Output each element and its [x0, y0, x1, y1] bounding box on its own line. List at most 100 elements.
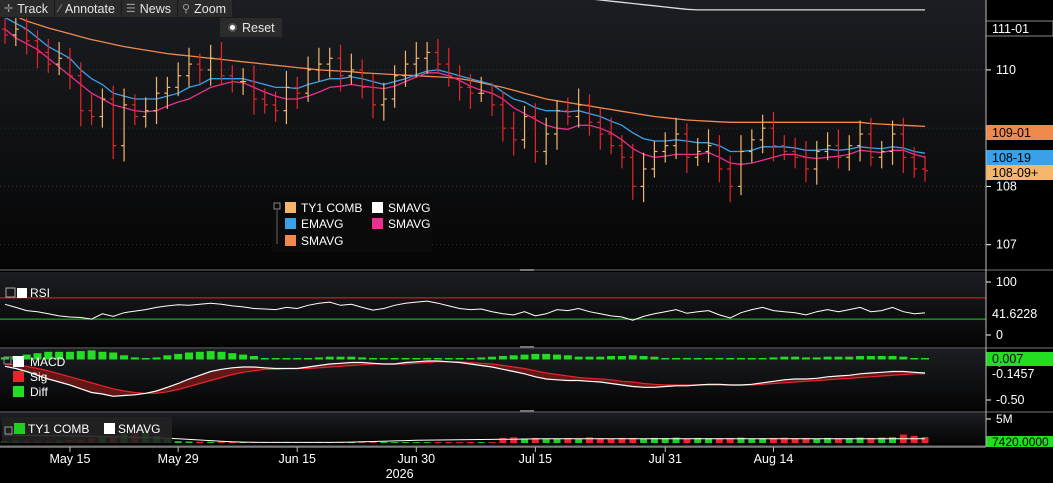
price-legend-label: SMAVG [301, 234, 343, 248]
macd-diff-bar [249, 356, 258, 360]
volume-bar [380, 442, 388, 443]
macd-diff-bar [888, 356, 897, 360]
rsi-last-value-label: 41.6228 [992, 307, 1037, 321]
macd-legend-label: MACD [30, 355, 66, 369]
volume-bar [445, 442, 453, 443]
macd-diff-bar [823, 356, 832, 360]
news-label: News [139, 1, 172, 16]
annotate-button[interactable]: ⁄ Annotate [55, 0, 122, 18]
macd-diff-bar [109, 352, 118, 360]
macd-diff-bar [596, 356, 605, 360]
news-button[interactable]: ☰ News [121, 0, 179, 18]
macd-diff-bar [509, 355, 518, 360]
volume-bar [510, 437, 518, 443]
macd-diff-bar [899, 356, 908, 360]
macd-diff-bar [498, 356, 507, 360]
macd-legend-swatch [13, 371, 24, 382]
macd-diff-bar [607, 356, 616, 360]
macd-diff-bar [845, 356, 854, 360]
macd-diff-bar [726, 358, 735, 360]
rsi-tick-label: 0 [996, 328, 1003, 342]
price-legend-swatch [285, 235, 296, 246]
macd-legend-label: Diff [30, 385, 48, 399]
macd-diff-bar [737, 358, 745, 360]
x-tick-label: May 29 [158, 452, 199, 466]
volume-bar [207, 441, 215, 443]
volume-bar [477, 442, 485, 443]
macd-diff-bar [639, 356, 648, 360]
price-legend-label: SMAVG [388, 201, 430, 215]
price-tick-label: 108 [996, 179, 1017, 193]
price-last-value-label: 108-19 [992, 151, 1031, 165]
volume-legend-label: SMAVG [118, 422, 160, 436]
macd-diff-bar [304, 358, 313, 360]
volume-bar [412, 442, 420, 443]
macd-legend-swatch [13, 356, 24, 367]
macd-diff-bar [98, 351, 107, 360]
macd-diff-bar [466, 358, 475, 360]
volume-bar [423, 442, 431, 443]
volume-bar [185, 441, 193, 443]
price-legend-swatch [285, 202, 296, 213]
macd-tick-label: -0.50 [996, 393, 1025, 407]
pencil-icon: ⁄ [59, 2, 61, 15]
macd-diff-bar [195, 351, 204, 360]
macd-diff-bar [553, 354, 561, 360]
volume-bar [585, 437, 593, 443]
macd-diff-bar [206, 351, 215, 360]
macd-diff-bar [174, 353, 183, 360]
reset-button[interactable]: Reset [220, 18, 282, 37]
macd-diff-bar [282, 358, 291, 360]
price-legend-swatch [372, 218, 383, 229]
volume-tick-label: 5M [996, 412, 1013, 426]
macd-diff-bar [780, 356, 789, 360]
macd-diff-bar [758, 358, 767, 360]
rsi-legend-label: RSI [30, 286, 50, 300]
volume-legend-label: TY1 COMB [28, 422, 89, 436]
price-legend-swatch [285, 218, 296, 229]
volume-bar [369, 442, 377, 443]
zoom-button[interactable]: ⚲ Zoom [178, 0, 234, 18]
volume-bar [196, 441, 204, 443]
macd-diff-bar [120, 355, 129, 360]
chart-canvas: TY1 COMB SMAVG EMAVG SMAVG SMAVG RSI MACDSig… [0, 0, 1053, 481]
macd-diff-bar [585, 356, 594, 360]
macd-diff-bar [910, 358, 919, 360]
macd-diff-bar [152, 357, 161, 360]
volume-bar [174, 441, 182, 443]
macd-diff-bar [141, 358, 150, 360]
rsi-tick-label: 100 [996, 275, 1017, 289]
track-button[interactable]: ✛ Track [0, 0, 56, 18]
price-tick-label: 107 [996, 238, 1017, 252]
macd-diff-bar [747, 358, 756, 360]
macd-legend-swatch [13, 386, 24, 397]
macd-diff-bar [693, 358, 702, 360]
macd-diff-bar [672, 358, 681, 360]
macd-diff-bar [856, 356, 865, 360]
price-legend-label: EMAVG [301, 217, 343, 231]
volume-bar [499, 437, 507, 443]
rsi-legend-swatch [17, 288, 27, 298]
macd-diff-bar [617, 356, 626, 360]
price-legend-label: SMAVG [388, 217, 430, 231]
macd-diff-bar [130, 357, 139, 360]
macd-diff-bar [628, 355, 637, 360]
price-last-value-label: 111-01 [992, 22, 1029, 36]
x-tick-label: Jul 15 [519, 452, 552, 466]
volume-last-value-label: 7420.0000 [992, 435, 1049, 449]
macd-diff-bar [650, 356, 659, 360]
volume-bar [910, 435, 918, 443]
macd-diff-bar [682, 358, 691, 360]
macd-diff-bar [239, 354, 248, 360]
track-label: Track [17, 1, 49, 16]
volume-bar [456, 442, 464, 443]
volume-legend-swatch [14, 423, 25, 434]
price-last-value-label: 108-09+ [992, 166, 1038, 180]
price-last-value-label: 109-01 [992, 126, 1031, 140]
volume-bar [434, 442, 442, 443]
macd-diff-bar [921, 358, 929, 360]
macd-diff-bar [801, 357, 810, 360]
macd-diff-bar [228, 353, 237, 360]
macd-diff-bar [574, 356, 583, 360]
zoom-label: Zoom [194, 1, 227, 16]
